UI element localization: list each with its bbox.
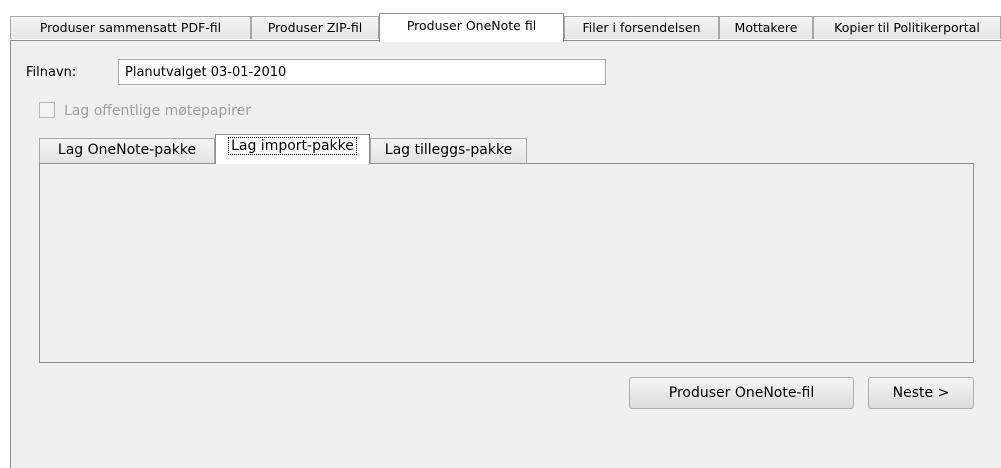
filename-input[interactable] [118, 59, 606, 85]
tab-kopier-til-politikerportal[interactable]: Kopier til Politikerportal [813, 16, 1001, 39]
tab-produser-onenote[interactable]: Produser OneNote fil [379, 13, 564, 42]
filename-label: Filnavn: [26, 65, 77, 80]
tab-mottakere[interactable]: Mottakere [719, 16, 813, 39]
public-papers-label: Lag offentlige møtepapirer [64, 103, 251, 119]
tab-lag-import-pakke-label: Lag import-pakke [228, 137, 357, 155]
tab-lag-onenote-pakke[interactable]: Lag OneNote-pakke [39, 138, 215, 163]
onenote-export-window: Produser sammensatt PDF-fil Produser ZIP… [0, 0, 1001, 468]
tab-produser-pdf[interactable]: Produser sammensatt PDF-fil [10, 16, 251, 39]
tab-lag-tilleggs-pakke[interactable]: Lag tilleggs-pakke [370, 138, 527, 163]
next-button[interactable]: Neste > [868, 377, 974, 409]
public-papers-checkbox[interactable] [39, 102, 55, 118]
tab-filer-i-forsendelsen[interactable]: Filer i forsendelsen [564, 16, 719, 39]
inner-tab-panel-import [39, 163, 974, 363]
produce-onenote-button[interactable]: Produser OneNote-fil [629, 377, 854, 409]
top-tab-strip: Produser sammensatt PDF-fil Produser ZIP… [10, 13, 1001, 42]
tab-lag-import-pakke[interactable]: Lag import-pakke [215, 134, 370, 164]
tab-lag-tilleggs-pakke-label: Lag tilleggs-pakke [384, 142, 513, 158]
tab-lag-onenote-pakke-label: Lag OneNote-pakke [57, 142, 197, 158]
tab-produser-zip[interactable]: Produser ZIP-fil [251, 16, 379, 39]
